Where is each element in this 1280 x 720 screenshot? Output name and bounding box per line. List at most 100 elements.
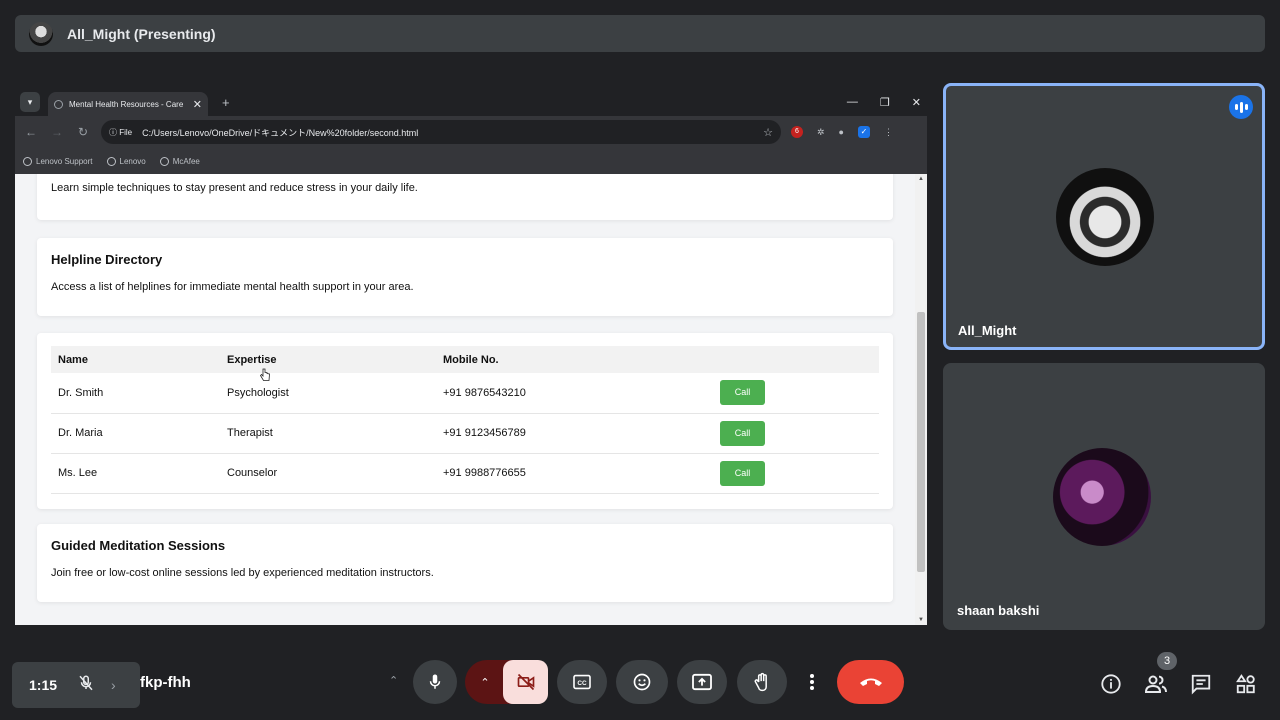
emoji-icon [633,673,651,691]
participant-avatar [1053,448,1151,546]
scrollbar-thumb[interactable] [917,312,925,572]
bookmark-lenovo[interactable]: Lenovo [106,156,146,166]
browser-toolbar: ← → ↻ ⓘ File C:/Users/Lenovo/OneDrive/ドキ… [15,116,927,148]
minimize-icon[interactable]: — [847,96,858,108]
helpline-table-card: Name Expertise Mobile No. Dr. Smith Psyc… [37,333,893,509]
cell-expertise: Therapist [220,413,436,454]
cell-action: Call [713,453,879,494]
video-options-caret-icon[interactable]: ⌃ [465,660,505,704]
tab-title: Mental Health Resources - Care [69,99,184,109]
reload-icon[interactable]: ↻ [75,125,91,139]
profile-icon[interactable]: ● [839,127,844,137]
more-options-button[interactable] [798,660,826,704]
column-header-name: Name [58,353,88,366]
participant-tile-shaan-bakshi[interactable]: shaan bakshi [943,363,1265,630]
forward-icon[interactable]: → [49,125,65,139]
table-row: Ms. Lee Counselor +91 9988776655 Call [51,453,879,494]
camera-off-icon [517,673,534,691]
shared-screen: ▾ Mental Health Resources - Care ✕ + — ❐… [15,88,927,625]
presenter-bar: All_Might (Presenting) [15,15,1265,52]
page-scrollbar[interactable]: ▲ ▼ [915,174,927,625]
verified-extension-icon[interactable]: ✓ [857,126,870,138]
cell-action: Call [713,373,879,414]
end-call-button[interactable] [837,660,904,704]
close-tab-icon[interactable]: ✕ [193,98,202,111]
cell-mobile: +91 9123456789 [436,413,713,454]
presenter-avatar [29,21,53,46]
call-button[interactable]: Call [720,380,765,406]
scroll-up-icon[interactable]: ▲ [918,176,924,182]
helpline-table: Name Expertise Mobile No. Dr. Smith Psyc… [51,346,879,494]
helpline-text: Access a list of helplines for immediate… [51,281,414,293]
cell-mobile: +91 9988776655 [436,453,713,494]
browser-tab[interactable]: Mental Health Resources - Care ✕ [48,92,208,116]
more-vertical-icon [810,674,814,690]
mindfulness-card: Learn simple techniques to stay present … [37,174,893,220]
raise-hand-icon [754,672,767,692]
extensions-puzzle-icon[interactable]: ✲ [817,127,825,138]
extensions-area: 6 ✲ ● ✓ ⋮ [791,126,893,138]
globe-icon [23,156,32,166]
column-header-mobile: Mobile No. [443,353,499,366]
browser-menu-icon[interactable]: ⋮ [884,127,893,138]
cell-name: Dr. Maria [51,413,220,454]
address-bar[interactable]: ⓘ File C:/Users/Lenovo/OneDrive/ドキュメント/N… [101,120,781,144]
hang-up-icon [859,678,882,686]
participant-tile-all-might[interactable]: All_Might [943,83,1265,350]
scroll-down-icon[interactable]: ▼ [918,617,924,623]
microphone-button[interactable] [413,660,457,704]
helpline-title: Helpline Directory [51,252,163,267]
participant-count-badge: 3 [1157,652,1177,670]
svg-text:CC: CC [577,680,587,687]
cell-action: Call [713,413,879,454]
helpline-card: Helpline Directory Access a list of help… [37,238,893,316]
page-viewport: Learn simple techniques to stay present … [15,174,915,625]
camera-off-button[interactable] [503,660,548,704]
bookmarks-bar: Lenovo Support Lenovo McAfee [15,148,927,174]
people-icon[interactable] [1144,672,1168,696]
call-button[interactable]: Call [720,420,765,446]
url-text[interactable]: C:/Users/Lenovo/OneDrive/ドキュメント/New%20fo… [142,126,763,139]
column-header-action [713,346,879,373]
window-controls: — ❐ ✕ [847,88,921,116]
table-header-row: Name Expertise Mobile No. [51,346,879,373]
camera-control-group: ⌃ [465,660,548,704]
meditation-text: Join free or low-cost online sessions le… [51,567,434,579]
reactions-button[interactable] [616,660,668,704]
extension-badge-icon[interactable]: 6 [791,126,803,138]
participant-name: shaan bakshi [957,603,1040,618]
activities-icon[interactable] [1234,672,1258,696]
bookmark-mcafee[interactable]: McAfee [159,156,200,166]
bookmark-lenovo-support[interactable]: Lenovo Support [23,156,93,166]
file-chip: ⓘ File [109,127,133,137]
bookmark-star-icon[interactable]: ☆ [763,126,773,139]
captions-icon: CC [573,674,591,690]
presenter-title: All_Might (Presenting) [67,25,216,42]
raise-hand-button[interactable] [737,660,787,704]
present-screen-button[interactable] [677,660,727,704]
captions-button[interactable]: CC [557,660,607,704]
browser-tabstrip: ▾ Mental Health Resources - Care ✕ + — ❐… [15,88,927,116]
audio-options-caret-icon[interactable]: ⌃ [389,674,398,687]
call-controls: ⌃ ⌃ CC [0,660,1280,706]
column-header-expertise: Expertise [227,353,277,366]
call-button[interactable]: Call [720,460,765,486]
back-icon[interactable]: ← [23,125,39,139]
cell-expertise: Counselor [220,453,436,494]
restore-icon[interactable]: ❐ [880,96,890,109]
present-screen-icon [692,673,712,691]
chat-icon[interactable] [1189,672,1213,696]
globe-icon [159,156,169,166]
globe-icon [54,99,63,109]
cell-name: Ms. Lee [51,453,220,494]
tab-search-icon[interactable]: ▾ [20,92,40,112]
meeting-details-icon[interactable] [1099,672,1123,696]
cell-mobile: +91 9876543210 [436,373,713,414]
new-tab-button[interactable]: + [222,95,230,110]
cell-expertise: Psychologist [220,373,436,414]
speaking-indicator-icon [1229,95,1253,119]
close-window-icon[interactable]: ✕ [912,96,921,109]
meditation-title: Guided Meditation Sessions [51,538,226,553]
table-row: Dr. Smith Psychologist +91 9876543210 Ca… [51,373,879,414]
participant-name: All_Might [958,323,1017,338]
